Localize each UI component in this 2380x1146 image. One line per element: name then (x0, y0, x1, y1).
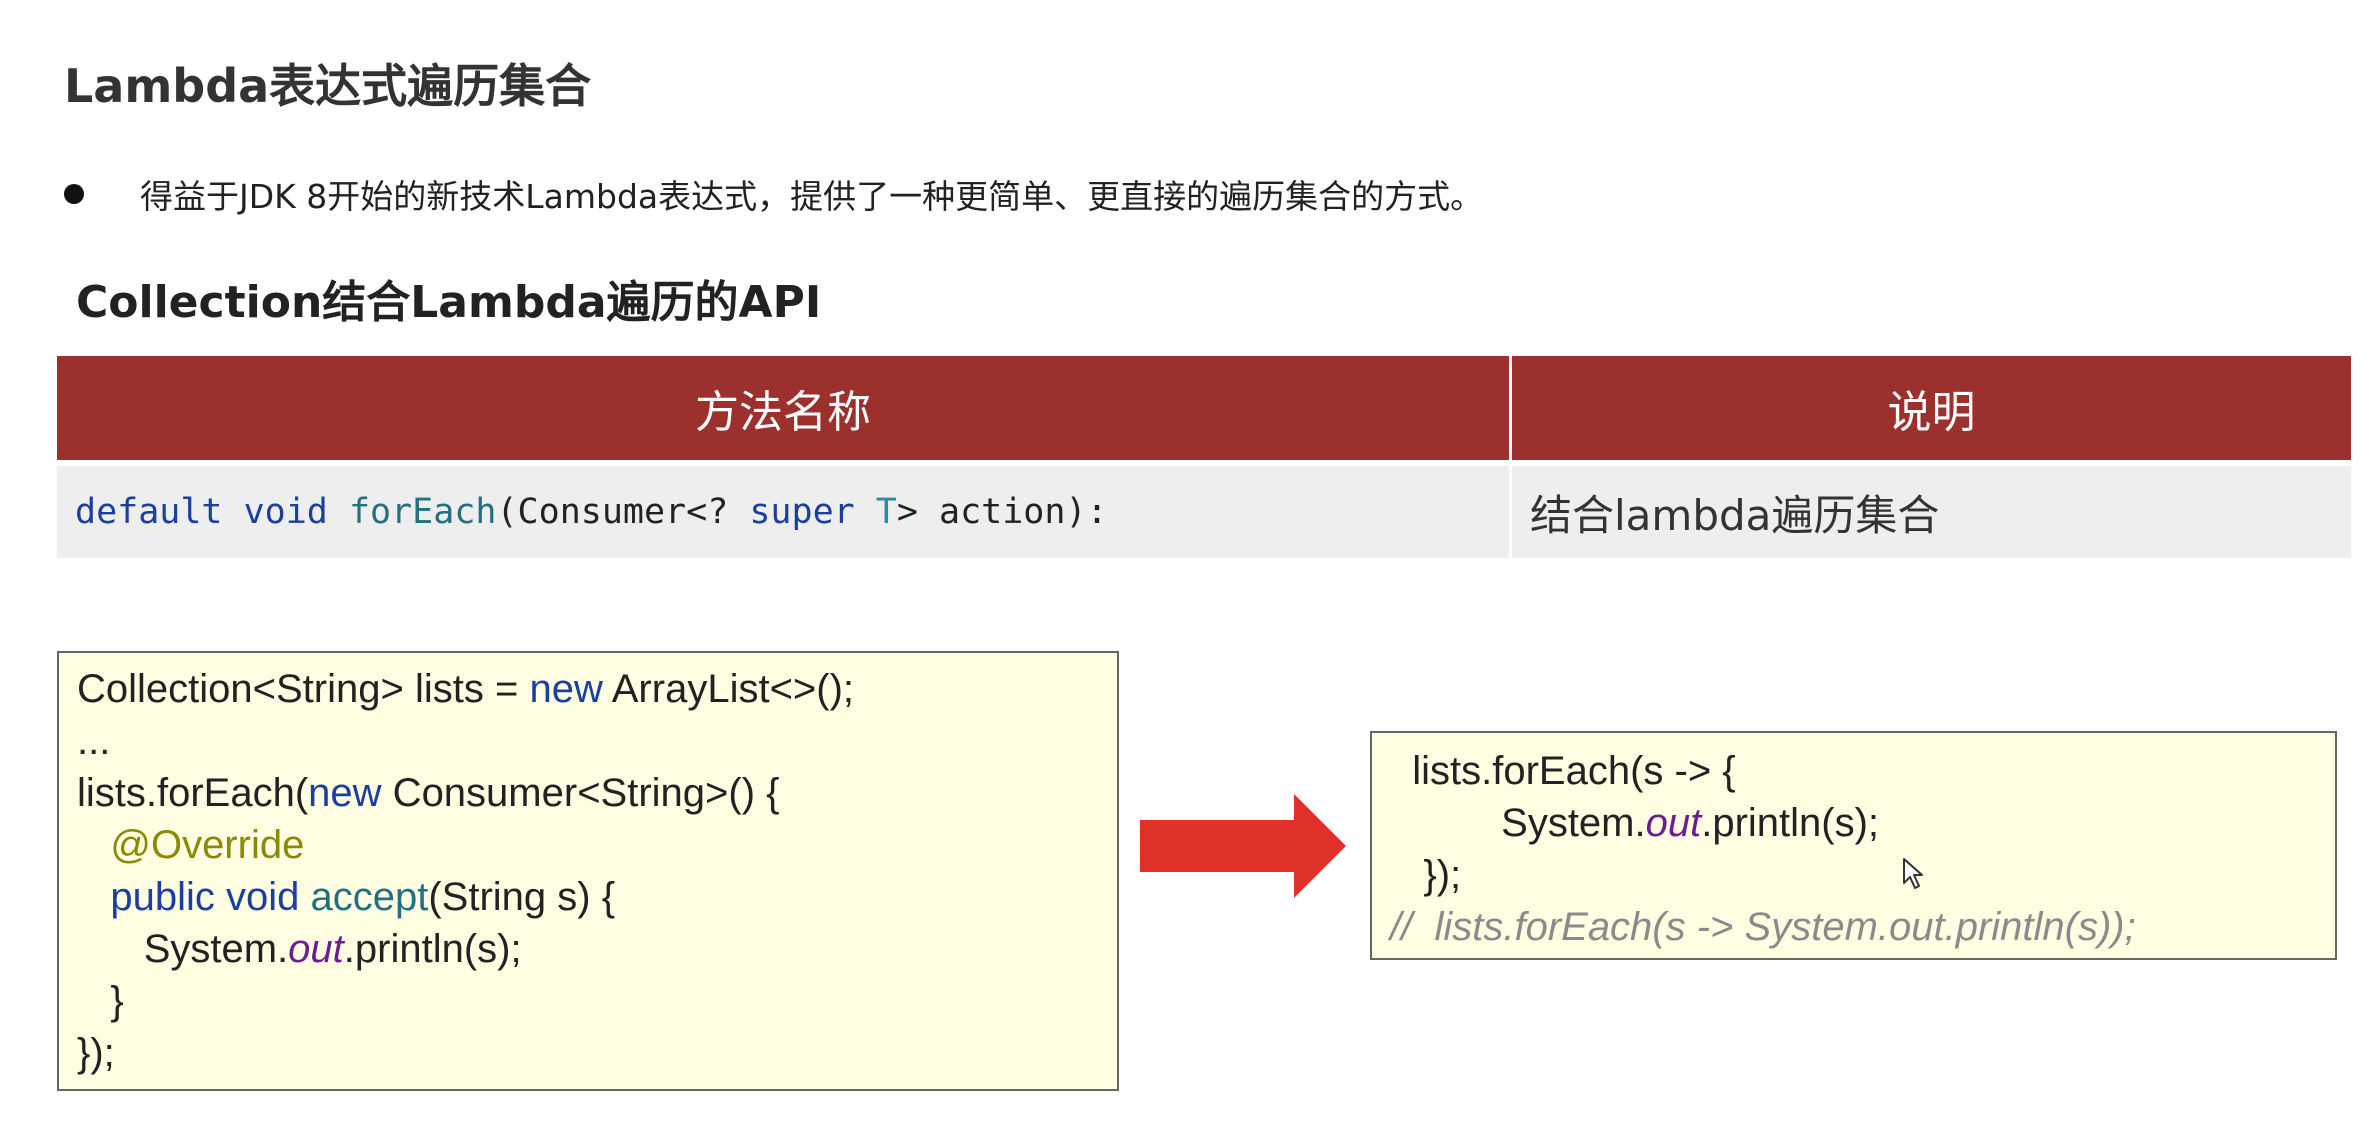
code-token: public void (110, 875, 300, 919)
code-token: Consumer<String>() { (381, 771, 780, 815)
code-token: (Consumer<? (496, 492, 750, 532)
code-line: }); (77, 1031, 115, 1075)
bullet-point: 得益于JDK 8开始的新技术Lambda表达式，提供了一种更简单、更直接的遍历集… (64, 168, 1483, 220)
code-token: default (75, 492, 223, 532)
code-token: > action): (896, 492, 1108, 532)
code-token: out (1645, 801, 1702, 845)
mouse-pointer-icon (1903, 858, 1923, 889)
anonymous-class-code-box: Collection<String> lists = new ArrayList… (57, 651, 1119, 1091)
code-line: } (77, 979, 124, 1023)
method-description: 结合lambda遍历集合 (1510, 460, 2351, 558)
code-token: Collection<String> lists = (77, 667, 530, 711)
code-token: new (308, 771, 382, 815)
code-line: }); (1390, 853, 1462, 897)
code-token: System. (1501, 801, 1646, 845)
bullet-icon (64, 184, 84, 204)
code-token: System. (143, 927, 289, 971)
right-arrow-icon (1140, 794, 1346, 898)
header-description: 说明 (1510, 356, 2351, 463)
code-token: .println(s); (343, 927, 522, 971)
table-row: default void forEach(Consumer<? super T>… (57, 460, 2351, 558)
table-header-row: 方法名称 说明 (57, 356, 2351, 463)
code-token: accept (310, 875, 429, 919)
code-line: System.out.println(s); (1390, 797, 2335, 849)
code-token: void (243, 492, 328, 532)
section-subtitle: Collection结合Lambda遍历的API (76, 277, 822, 328)
lambda-code-box: lists.forEach(s -> { System.out.println(… (1370, 731, 2337, 960)
code-token: new (529, 667, 603, 711)
code-token: (String s) { (428, 875, 616, 919)
header-method-name: 方法名称 (57, 356, 1512, 463)
code-token: super (749, 492, 855, 532)
code-token: .println(s); (1701, 801, 1880, 845)
code-line: @Override (77, 819, 1117, 871)
api-table: 方法名称 说明 default void forEach(Consumer<? … (57, 356, 2351, 558)
code-token: forEach (348, 492, 497, 532)
page-title: Lambda表达式遍历集合 (64, 59, 592, 113)
code-line: Collection<String> lists = new ArrayList… (77, 663, 1117, 715)
code-token: T (875, 492, 897, 532)
code-line: public void accept(String s) { (77, 871, 1117, 923)
code-token: ArrayList<>(); (602, 667, 855, 711)
code-token: lists.forEach( (77, 771, 309, 815)
method-signature: default void forEach(Consumer<? super T>… (57, 460, 1512, 558)
code-line: System.out.println(s); (77, 923, 1117, 975)
bullet-text: 得益于JDK 8开始的新技术Lambda表达式，提供了一种更简单、更直接的遍历集… (140, 177, 1484, 216)
code-token: out (288, 927, 344, 971)
code-token: @Override (110, 823, 305, 867)
code-line: lists.forEach(s -> { (1390, 749, 1736, 793)
code-comment-line: // lists.forEach(s -> System.out.println… (1390, 905, 2136, 949)
code-line: lists.forEach(new Consumer<String>() { (77, 767, 1117, 819)
code-line: ... (77, 719, 111, 763)
